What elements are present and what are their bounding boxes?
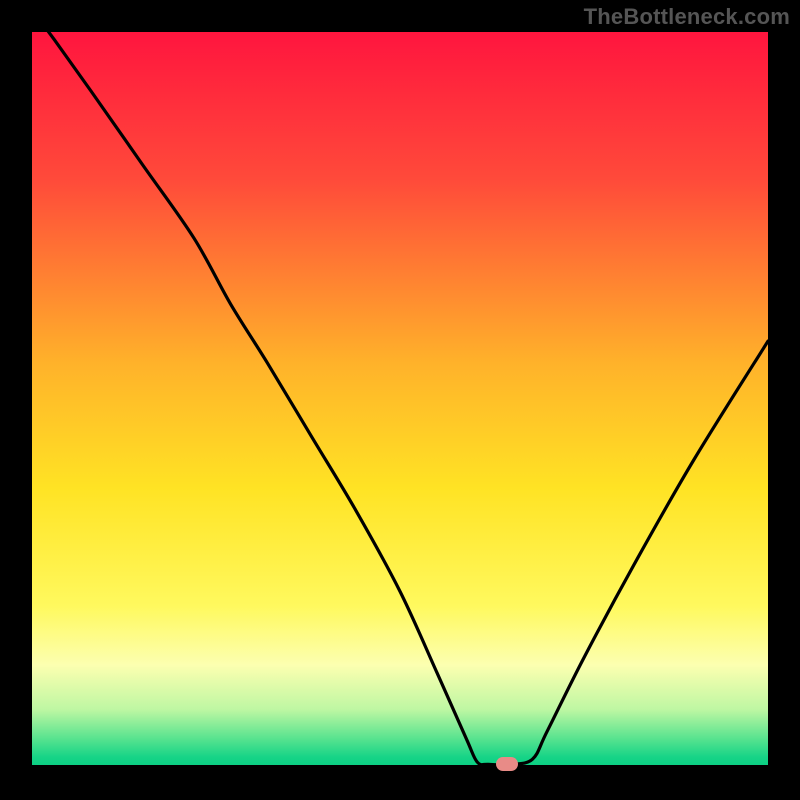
plot-svg	[32, 32, 768, 768]
optimal-point-marker	[496, 757, 518, 771]
chart-frame: TheBottleneck.com	[0, 0, 800, 800]
gradient-background	[32, 32, 768, 768]
plot-area	[32, 32, 768, 768]
watermark-text: TheBottleneck.com	[584, 4, 790, 30]
baseline	[32, 765, 768, 768]
